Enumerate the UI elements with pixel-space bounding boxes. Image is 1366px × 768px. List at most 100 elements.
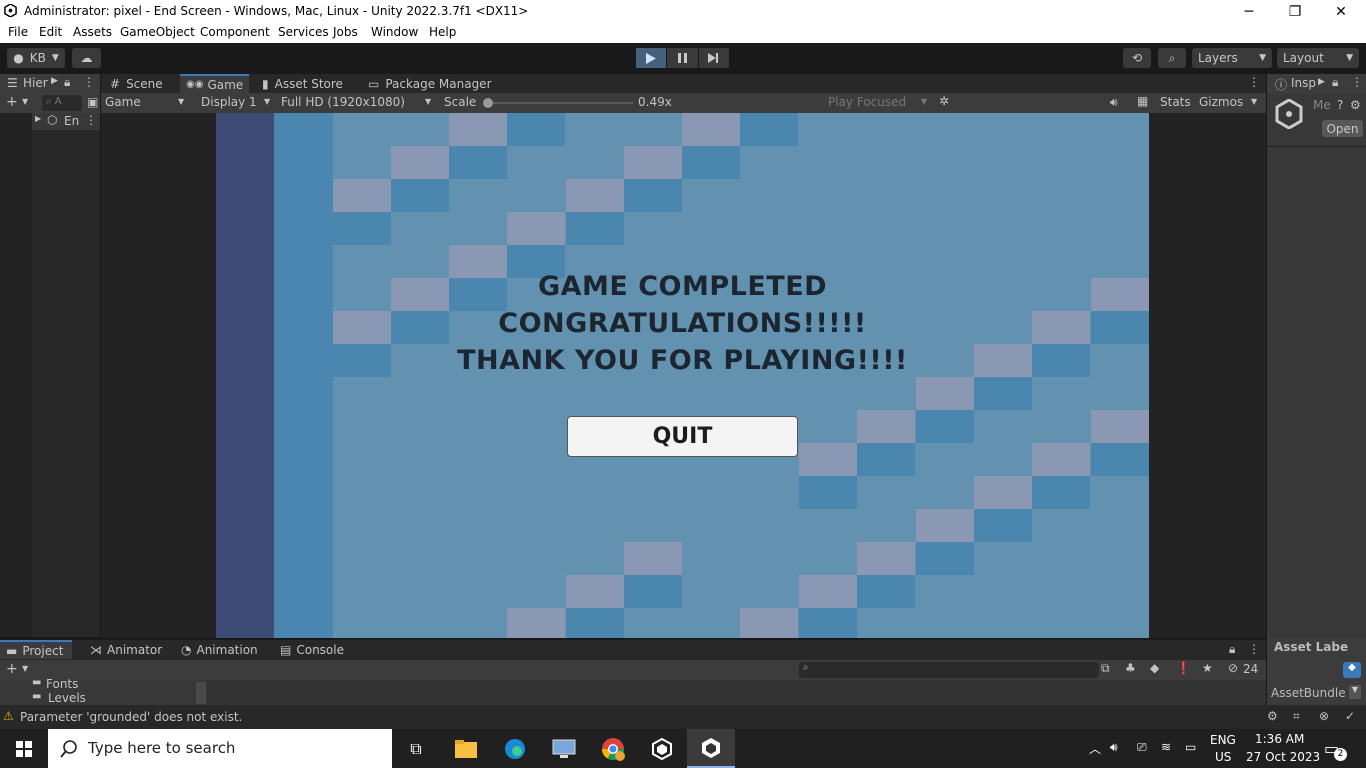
menu-help[interactable]: Help — [429, 25, 456, 39]
restore-button[interactable]: ❐ — [1272, 0, 1318, 23]
star-icon[interactable]: ★ — [1202, 661, 1213, 675]
taskbar-search-input[interactable]: Type here to search — [48, 729, 392, 768]
settings-icon[interactable]: ⚙ — [1350, 98, 1361, 112]
meet-icon[interactable]: ⎚ — [1137, 740, 1147, 755]
help-icon[interactable]: ? — [1337, 98, 1343, 112]
bug-icon[interactable]: ✲ — [939, 94, 949, 108]
menu-services[interactable]: Services — [278, 25, 329, 39]
file-explorer-button[interactable] — [442, 729, 490, 768]
tab-scene[interactable]: # Scene — [104, 74, 169, 93]
scale-slider[interactable] — [482, 98, 633, 108]
notifications-button[interactable]: ▭ 2 — [1322, 738, 1348, 761]
menu-file[interactable]: File — [8, 25, 28, 39]
control-panel-button[interactable] — [540, 729, 588, 768]
filter-icon[interactable]: ▣ — [87, 95, 98, 109]
menu-edit[interactable]: Edit — [39, 25, 62, 39]
clock-time[interactable]: 1:36 AM — [1255, 732, 1304, 746]
inspector-item-name: Me — [1313, 98, 1331, 112]
wifi-icon[interactable]: ≋ — [1161, 740, 1171, 754]
kebab-menu-icon[interactable]: ⋮ — [83, 75, 95, 89]
inspector-tab[interactable]: Insp — [1291, 76, 1316, 90]
unity-hub-button[interactable] — [638, 729, 686, 768]
chevron-up-icon[interactable]: ︿ — [1089, 740, 1101, 757]
search-button[interactable]: ⌕ — [1158, 48, 1186, 68]
hierarchy-search-input[interactable]: ⌕ A — [42, 95, 82, 111]
status-message[interactable]: Parameter 'grounded' does not exist. — [20, 710, 242, 724]
close-button[interactable]: ✕ — [1318, 0, 1364, 23]
chevron-down-icon[interactable]: ▼ — [1251, 97, 1257, 106]
volume-icon[interactable]: 🔊︎ — [1110, 740, 1118, 755]
kebab-menu-icon[interactable]: ⋮ — [1351, 75, 1363, 89]
tab-game[interactable]: ◉◉ Game — [180, 74, 250, 93]
game-mode-dropdown[interactable]: Game ▼ — [101, 93, 191, 113]
chevron-down-icon[interactable]: ▼ — [1349, 685, 1361, 699]
kebab-menu-icon[interactable]: ⋮ — [1248, 75, 1260, 89]
stats-button[interactable]: Stats — [1160, 95, 1191, 109]
display-dropdown[interactable]: Display 1 ▼ — [197, 93, 275, 113]
hierarchy-scene-row[interactable]: ▶ ⬡ En ⋮ — [32, 113, 100, 130]
add-icon[interactable]: + — [6, 661, 18, 677]
tab-animation[interactable]: ◔ Animation — [175, 640, 264, 659]
chevron-right-icon[interactable]: ▶ — [35, 114, 41, 123]
folder-icon: ▬ — [32, 691, 42, 702]
lock-icon[interactable]: 🔒︎ — [1332, 75, 1338, 90]
layout-dropdown[interactable]: Layout ▼ — [1277, 48, 1359, 68]
audio-icon[interactable]: 🔊︎ — [1110, 95, 1118, 110]
hierarchy-tab[interactable]: Hier — [23, 76, 48, 90]
checker-tile — [624, 179, 682, 212]
clock-date[interactable]: 27 Oct 2023 — [1246, 750, 1320, 764]
menu-window[interactable]: Window — [371, 25, 418, 39]
menu-gameobject[interactable]: GameObject — [120, 25, 195, 39]
unity-editor-button[interactable] — [687, 729, 735, 768]
checker-tile — [857, 542, 915, 575]
cloud-button[interactable]: ☁ — [72, 48, 101, 68]
tab-asset-store[interactable]: ▮ Asset Store — [256, 74, 349, 93]
task-view-button[interactable]: ⧉ — [392, 729, 440, 768]
menu-jobs[interactable]: Jobs — [333, 25, 358, 39]
open-button[interactable]: Open — [1322, 120, 1363, 137]
scale-slider-thumb[interactable] — [482, 98, 493, 108]
minimize-button[interactable]: ─ — [1226, 0, 1272, 23]
resolution-dropdown[interactable]: Full HD (1920x1080) ▼ — [277, 93, 437, 113]
warning-circle-icon[interactable]: ❗ — [1176, 661, 1191, 675]
play-focused-dropdown[interactable]: Play Focused ▼ — [823, 93, 933, 113]
congrats-text: GAME COMPLETED CONGRATULATIONS!!!!! THAN… — [216, 268, 1149, 379]
hidden-eye-icon[interactable]: ⊘ — [1228, 661, 1238, 675]
battery-icon[interactable]: ▭ — [1185, 740, 1196, 754]
tab-project[interactable]: ▬ Project — [0, 640, 72, 659]
kebab-menu-icon[interactable]: ⋮ — [1248, 642, 1260, 656]
project-search-input[interactable]: ⌕ — [799, 662, 1099, 678]
edge-button[interactable] — [491, 729, 539, 768]
account-dropdown[interactable]: ● KB ▼ — [7, 48, 65, 68]
region-label[interactable]: US — [1215, 750, 1231, 764]
label-tag-icon[interactable]: ◆ — [1343, 662, 1361, 678]
quit-button[interactable]: QUIT — [567, 416, 798, 457]
filter-type-icon[interactable]: ♣ — [1125, 661, 1136, 675]
tab-animator[interactable]: ⋊ Animator — [84, 640, 168, 659]
chrome-button[interactable] — [589, 729, 637, 768]
history-button[interactable]: ⟲ — [1123, 48, 1151, 68]
layers-dropdown[interactable]: Layers ▼ — [1192, 48, 1272, 68]
tab-package-manager[interactable]: ▭ Package Manager — [362, 74, 498, 93]
step-button[interactable] — [698, 48, 729, 68]
lock-icon[interactable]: 🔒︎ — [64, 75, 70, 90]
network-icon[interactable]: ⊗ — [1319, 709, 1329, 723]
lock-icon[interactable]: 🔒︎ — [1229, 642, 1235, 657]
add-icon[interactable]: + — [6, 94, 18, 110]
menu-assets[interactable]: Assets — [73, 25, 112, 39]
check-icon[interactable]: ✓ — [1345, 709, 1355, 723]
tab-console[interactable]: ▤ Console — [274, 640, 350, 659]
label-icon[interactable]: ◆ — [1150, 661, 1159, 675]
kebab-menu-icon[interactable]: ⋮ — [85, 113, 97, 127]
progress-icon[interactable]: ⚙ — [1267, 709, 1278, 723]
search-by-type-icon[interactable]: ⧉ — [1101, 661, 1110, 676]
gizmos-button[interactable]: Gizmos — [1199, 95, 1243, 109]
project-folder-tree: ▬ Fonts ▬ Levels — [0, 677, 207, 705]
cache-icon[interactable]: ⌗ — [1293, 709, 1300, 724]
play-button[interactable] — [636, 48, 667, 68]
pause-button[interactable] — [667, 48, 698, 68]
scrollbar[interactable] — [196, 682, 206, 704]
language-label[interactable]: ENG — [1210, 733, 1236, 747]
menu-component[interactable]: Component — [200, 25, 270, 39]
start-button[interactable] — [0, 729, 48, 768]
